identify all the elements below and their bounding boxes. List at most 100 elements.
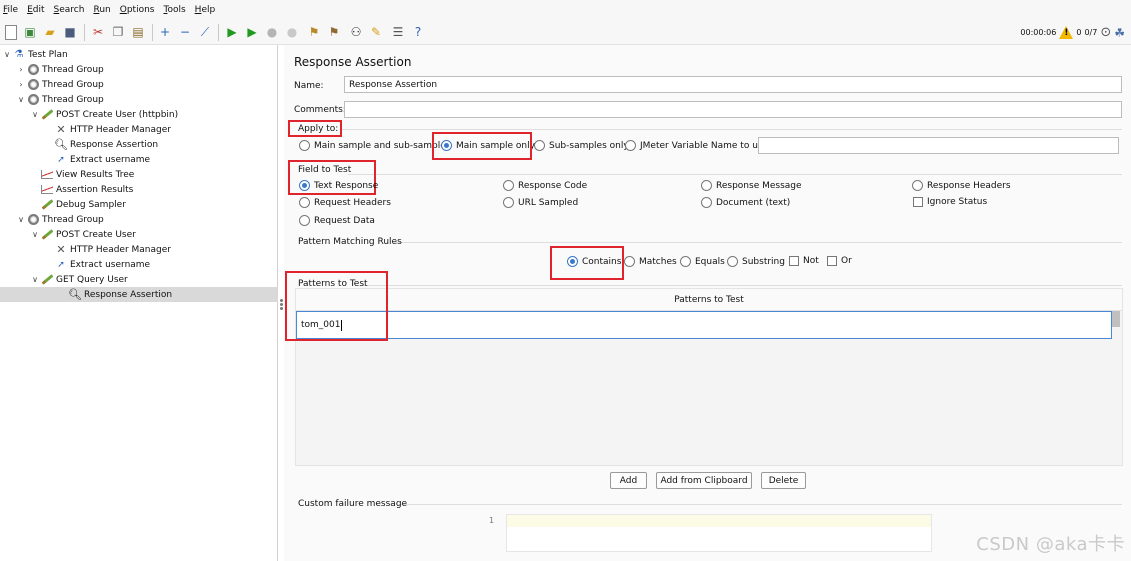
chevron-down-icon[interactable]: ∨ — [16, 215, 26, 224]
radio-document-text[interactable]: Document (text) — [701, 197, 790, 208]
radio-response-code[interactable]: Response Code — [503, 180, 587, 191]
radio-request-headers[interactable]: Request Headers — [299, 197, 391, 208]
chevron-down-icon[interactable]: ∨ — [30, 230, 40, 239]
response-assertion-panel: Response Assertion Name: Response Assert… — [284, 45, 1131, 561]
toolbar: ▣ ▰ ■ ✂ ❐ ▤ + − ⟋ ▶ ▶ ● ● ⚑ ⚑ ⚇ ✎ ☰ ? 00… — [0, 20, 1131, 45]
chevron-down-icon[interactable]: ∨ — [16, 95, 26, 104]
add-button[interactable]: Add — [610, 472, 647, 489]
table-scrollbar[interactable] — [1112, 311, 1120, 327]
menu-search[interactable]: Search — [54, 5, 85, 15]
menu-tools[interactable]: Tools — [163, 5, 185, 15]
tree-node[interactable]: ➚ Extract username — [44, 152, 150, 167]
menu-file[interactable]: File — [3, 5, 18, 15]
name-field[interactable]: Response Assertion — [344, 76, 1122, 93]
start-no-pause-icon[interactable]: ▶ — [244, 24, 260, 40]
tree-node-label: Thread Group — [42, 79, 104, 90]
toggle-icon[interactable]: ⟋ — [197, 24, 213, 40]
tree-node-label: Thread Group — [42, 64, 104, 75]
tree-node[interactable]: ∨ Thread Group — [16, 92, 104, 107]
radio-response-headers[interactable]: Response Headers — [912, 180, 1011, 191]
cut-icon[interactable]: ✂ — [90, 24, 106, 40]
chart-icon — [40, 184, 54, 196]
tree-node-label: Extract username — [70, 154, 151, 165]
magnifier-icon: 🔍︎ — [68, 288, 82, 301]
save-icon[interactable]: ■ — [62, 24, 78, 40]
failure-message-label: Custom failure message — [298, 499, 408, 509]
stop-icon[interactable]: ● — [264, 24, 280, 40]
menu-options[interactable]: Options — [120, 5, 155, 15]
tree-node[interactable]: ∨ ⚗ Test Plan — [2, 47, 68, 62]
tools-icon: ✕ — [56, 123, 66, 136]
new-icon[interactable] — [3, 24, 19, 40]
radio-response-message[interactable]: Response Message — [701, 180, 802, 191]
radio-text-response[interactable]: Text Response — [299, 180, 378, 191]
clear-all-icon[interactable]: ⚑ — [326, 24, 342, 40]
radio-request-data[interactable]: Request Data — [299, 215, 375, 226]
expand-icon[interactable]: + — [157, 24, 173, 40]
test-plan-tree: ∨ ⚗ Test Plan › Thread Group › Thread Group ∨ Th… — [0, 45, 278, 561]
delete-button[interactable]: Delete — [761, 472, 806, 489]
menu-edit[interactable]: Edit — [27, 5, 44, 15]
menu-help[interactable]: Help — [195, 5, 216, 15]
help-icon[interactable]: ? — [410, 24, 426, 40]
tree-node[interactable]: › Thread Group — [16, 77, 104, 92]
checkbox-or[interactable]: Or — [827, 256, 852, 266]
copy-icon[interactable]: ❐ — [110, 24, 126, 40]
tree-node[interactable]: ∨ GET Query User — [30, 272, 128, 287]
radio-equals[interactable]: Equals — [680, 256, 725, 267]
tree-node[interactable]: ∨ Thread Group — [16, 212, 104, 227]
tree-node[interactable]: Assertion Results — [30, 182, 133, 197]
tree-node[interactable]: ∨ POST Create User (httpbin) — [30, 107, 178, 122]
collapse-icon[interactable]: − — [177, 24, 193, 40]
search-icon[interactable]: ⚇ — [348, 24, 364, 40]
warning-icon[interactable] — [1059, 26, 1074, 39]
chevron-down-icon[interactable]: ∨ — [30, 110, 40, 119]
splitter-handle[interactable] — [280, 299, 283, 302]
radio-matches[interactable]: Matches — [624, 256, 677, 267]
shutdown-icon[interactable]: ● — [284, 24, 300, 40]
radio-url-sampled[interactable]: URL Sampled — [503, 197, 578, 208]
pattern-row[interactable]: tom_001 — [296, 311, 1112, 339]
highlight-main-only — [432, 132, 532, 160]
checkbox-not[interactable]: Not — [789, 256, 819, 266]
warning-count: 0 — [1076, 28, 1082, 37]
pattern-rules-label: Pattern Matching Rules — [298, 237, 402, 247]
failure-message-editor[interactable] — [506, 514, 932, 552]
jmeter-variable-field[interactable] — [758, 137, 1119, 154]
patterns-column-header: Patterns to Test — [296, 289, 1122, 311]
open-folder-icon[interactable]: ▰ — [42, 24, 58, 40]
radio-jmeter-variable[interactable]: JMeter Variable Name to use — [625, 140, 768, 151]
start-icon[interactable]: ▶ — [224, 24, 240, 40]
gear-icon — [26, 214, 40, 226]
radio-main-and-sub[interactable]: Main sample and sub-samples — [299, 140, 451, 151]
menu-run[interactable]: Run — [93, 5, 110, 15]
tree-node[interactable]: › Thread Group — [16, 62, 104, 77]
reset-search-icon[interactable]: ✎ — [368, 24, 384, 40]
chevron-right-icon[interactable]: › — [16, 65, 26, 74]
comments-field[interactable] — [344, 101, 1122, 118]
tree-node[interactable]: 🔍︎ Response Assertion — [44, 137, 158, 152]
tree-node[interactable]: Debug Sampler — [30, 197, 126, 212]
tree-node[interactable]: ✕ HTTP Header Manager — [44, 122, 171, 137]
function-helper-icon[interactable]: ☰ — [390, 24, 406, 40]
radio-substring[interactable]: Substring — [727, 256, 785, 267]
checkbox-ignore-status[interactable]: Ignore Status — [913, 197, 987, 207]
chevron-right-icon[interactable]: › — [16, 80, 26, 89]
tree-node[interactable]: 🔍︎ Response Assertion — [0, 287, 278, 302]
clear-icon[interactable]: ⚑ — [306, 24, 322, 40]
tree-node-label: View Results Tree — [56, 169, 135, 180]
watermark: CSDN @aka卡卡 — [976, 534, 1125, 555]
chevron-down-icon[interactable]: ∨ — [2, 50, 12, 59]
tree-node-label: Thread Group — [42, 214, 104, 225]
add-from-clipboard-button[interactable]: Add from Clipboard — [656, 472, 752, 489]
chevron-down-icon[interactable]: ∨ — [30, 275, 40, 284]
radio-sub-only[interactable]: Sub-samples only — [534, 140, 629, 151]
tree-node[interactable]: ✕ HTTP Header Manager — [44, 242, 171, 257]
tree-node[interactable]: ➚ Extract username — [44, 257, 150, 272]
tree-node[interactable]: ∨ POST Create User — [30, 227, 136, 242]
templates-icon[interactable]: ▣ — [22, 24, 38, 40]
paste-icon[interactable]: ▤ — [130, 24, 146, 40]
flask-icon: ⚗ — [14, 49, 24, 60]
radio-contains[interactable]: Contains — [567, 256, 621, 267]
tree-node[interactable]: View Results Tree — [30, 167, 134, 182]
